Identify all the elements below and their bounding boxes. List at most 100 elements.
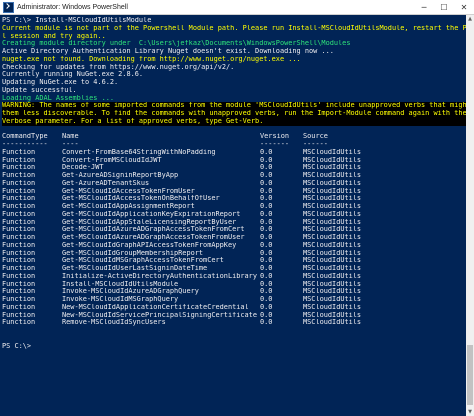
cell-commandtype: Function [2, 288, 36, 296]
cell-source: MSCloudIdUtils [303, 195, 362, 203]
underline-source: ------ [303, 141, 328, 148]
cell-source: MSCloudIdUtils [303, 249, 362, 257]
console-line: Creating module directory under C:\Users… [2, 40, 351, 48]
console-line: Active Directory Authentication Library … [2, 48, 334, 55]
console-line: Update successful. [2, 86, 77, 94]
cell-source: MSCloudIdUtils [303, 234, 362, 241]
cell-source: MSCloudIdUtils [303, 172, 362, 179]
cell-source: MSCloudIdUtils [303, 296, 362, 303]
table-row: Function New-MSCloudIdApplicationCertific… [2, 304, 466, 312]
cell-name: Decode-JWT [62, 164, 104, 172]
cell-version: 0.0 [260, 311, 273, 319]
scroll-down-arrow-icon[interactable]: ▼ [466, 408, 474, 416]
table-row: Function Initialize-ActiveDirectoryAuthen… [2, 273, 466, 281]
cell-commandtype: Function [2, 226, 36, 234]
cell-version: 0.0 [260, 280, 273, 288]
powershell-window: Administrator: Windows PowerShell ─ ☐ ✕ … [0, 0, 474, 416]
cell-version: 0.0 [260, 164, 273, 172]
window-title: Administrator: Windows PowerShell [17, 3, 128, 11]
cell-version: 0.0 [260, 179, 273, 187]
table-row: Function Get-MSCloudIdAppAssignmentReport… [2, 203, 466, 211]
scrollbar-thumb[interactable] [467, 345, 473, 405]
cell-commandtype: Function [2, 319, 36, 327]
cell-version: 0.0 [260, 241, 273, 249]
table-row: Function Get-MSCloudIdAppStaleLicensingRe… [2, 219, 466, 227]
cell-commandtype: Function [2, 187, 36, 195]
cell-name: Get-MSCloudIdGroupMembershipReport [62, 249, 204, 257]
powershell-icon[interactable] [3, 1, 14, 13]
cell-commandtype: Function [2, 296, 36, 303]
cell-name: Invoke-MSCloudIdMSGraphQuery [62, 296, 179, 303]
cell-commandtype: Function [2, 257, 36, 265]
cell-commandtype: Function [2, 280, 36, 288]
cell-source: MSCloudIdUtils [303, 203, 362, 210]
table-row: Function Install-MSCloudIdUtilsModule 0.0 M… [2, 281, 466, 289]
cell-commandtype: Function [2, 210, 36, 218]
cell-source: MSCloudIdUtils [303, 319, 362, 327]
cell-source: MSCloudIdUtils [303, 210, 362, 218]
cell-source: MSCloudIdUtils [303, 311, 362, 319]
cell-source: MSCloudIdUtils [303, 303, 362, 311]
table-row: Function Get-MSCloudIdAccessTokenFromUser… [2, 188, 466, 196]
cell-name: Get-MSCloudIdAccessTokenOnBehalfOfUser [62, 195, 220, 203]
cell-version: 0.0 [260, 226, 273, 234]
table-row: Function Get-MSCloudIdAzureADGraphAccessT… [2, 234, 466, 242]
cell-commandtype: Function [2, 311, 36, 319]
table-row: Function Remove-MSCloudIdSyncUsers 0.0 MSCl… [2, 319, 466, 327]
console-line: WARNING: The names of some imported comm… [2, 102, 466, 110]
title-bar[interactable]: Administrator: Windows PowerShell ─ ☐ ✕ [0, 0, 474, 15]
header-source: Source [303, 133, 328, 141]
cell-source: MSCloudIdUtils [303, 148, 362, 156]
cell-name: Get-MSCloudIdAzureADGraphAccessTokenFrom… [62, 234, 245, 241]
cell-name: Get-AzureADSigninReportByApp [62, 172, 179, 179]
console-line: Verbose parameter. For a list of approve… [2, 117, 466, 126]
cell-version: 0.0 [260, 218, 273, 226]
cell-commandtype: Function [2, 156, 36, 164]
table-row: Function Get-MSCloudIdMSGraphAccessTokenF… [2, 257, 466, 265]
cell-version: 0.0 [260, 265, 273, 272]
cell-name: Remove-MSCloudIdSyncUsers [62, 319, 166, 327]
cell-name: New-MSCloudIdApplicationCertificateCrede… [62, 303, 249, 311]
cell-version: 0.0 [260, 288, 273, 296]
table-row: Function New-MSCloudIdServicePrincipalSig… [2, 312, 466, 320]
cell-version: 0.0 [260, 272, 273, 280]
cell-name: Get-MSCloudIdAppStaleLicensingReportByUs… [62, 218, 237, 226]
table-underline-row: ----------- ---- ------- ------ [2, 141, 466, 149]
cell-version: 0.0 [260, 257, 273, 265]
vertical-scrollbar[interactable]: ▲ ▼ [466, 15, 474, 416]
cell-source: MSCloudIdUtils [303, 280, 362, 288]
cell-commandtype: Function [2, 172, 36, 179]
cell-commandtype: Function [2, 164, 36, 172]
cell-version: 0.0 [260, 156, 273, 164]
cell-commandtype: Function [2, 265, 36, 272]
cell-source: MSCloudIdUtils [303, 179, 362, 187]
table-row: Function Invoke-MSCloudIdMSGraphQuery 0.0 M… [2, 296, 466, 304]
cell-source: MSCloudIdUtils [303, 164, 362, 172]
cell-source: MSCloudIdUtils [303, 288, 362, 296]
console-line: l session and try again.. [2, 32, 106, 40]
console-line: Current module is not part of the Powers… [2, 24, 466, 32]
cell-commandtype: Function [2, 234, 36, 241]
console-output[interactable]: PS C:\> Install-MSCloudIdUtilsModule Curr… [0, 15, 466, 416]
scroll-up-arrow-icon[interactable]: ▲ [466, 15, 474, 23]
underline-version: ------- [260, 141, 290, 148]
cell-source: MSCloudIdUtils [303, 218, 362, 226]
cell-commandtype: Function [2, 218, 36, 226]
cell-name: Invoke-MSCloudIdAzureADGraphQuery [62, 288, 199, 296]
console-line: Updating NuGet.exe to 4.6.2. [2, 79, 119, 86]
minimize-button[interactable]: ─ [414, 0, 434, 14]
table-body: Function Convert-FromBase64StringWithNoPa… [2, 149, 466, 327]
table-row: Function Invoke-MSCloudIdAzureADGraphQuer… [2, 288, 466, 296]
console-line: Loading ADAL Assemblies ... [2, 94, 115, 102]
cell-commandtype: Function [2, 148, 36, 156]
maximize-button[interactable]: ☐ [434, 0, 454, 14]
cell-commandtype: Function [2, 303, 36, 311]
cell-version: 0.0 [260, 303, 273, 311]
cell-source: MSCloudIdUtils [303, 187, 362, 195]
close-button[interactable]: ✕ [454, 0, 474, 14]
command-prompt[interactable]: PS C:\> [2, 343, 466, 351]
cell-version: 0.0 [260, 249, 273, 257]
cell-version: 0.0 [260, 296, 273, 303]
